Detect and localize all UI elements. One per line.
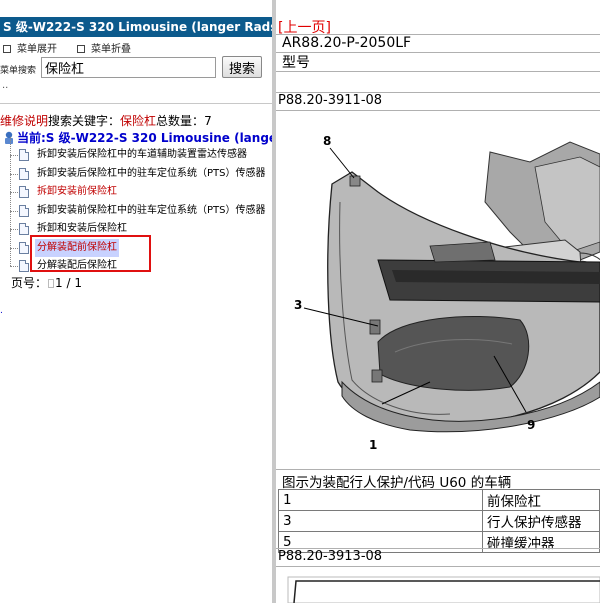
pager-value: 1 / 1 [55,276,82,290]
tree-item-label: 拆卸安装后保险杠中的驻车定位系统（PTS）传感器 [37,167,266,179]
tree-connector [10,210,18,212]
tree-item[interactable]: 拆卸安装后保险杠中的车道辅助装置雷达传感器 [0,137,272,164]
tree-connector [10,229,11,248]
document-icon [19,241,29,254]
collapse-icon [77,45,85,53]
search-button[interactable]: 搜索 [222,56,262,78]
expand-icon [3,45,11,53]
tree-connector [10,137,11,155]
separator [0,103,272,104]
parts-table: 1 前保险杠 3 行人保护传感器 5 碰撞缓冲器 [278,489,600,553]
count-label: 总数量： [156,114,205,128]
tree-root[interactable]: 当前:S 级-W222-S 320 Limousine (langer Rads… [3,129,272,146]
more-dots: .. [2,80,9,91]
callout-number: 8 [323,134,332,148]
document-icon [19,186,29,198]
selection-box [30,235,151,272]
figure1-code: P88.20-3911-08 [278,93,383,108]
part-name: 前保险杠 [482,489,600,511]
tree-connector [10,211,11,229]
parts-row: 1 前保险杠 [278,489,600,511]
tree-connector [10,155,11,174]
model-label: 型号 [282,55,310,71]
search-input[interactable] [41,57,216,78]
document-icon [19,149,29,161]
search-label: 菜单搜索 [0,66,37,76]
figure-caption: 图示为装配行人保护/代码 U60 的车辆 [282,475,512,491]
row-divider [276,71,600,72]
count-value: 7 [204,114,212,128]
callout-number: 1 [369,438,378,452]
bottom-dot: . [0,306,3,316]
row-divider [276,52,600,53]
part-number: 3 [278,510,483,532]
tree-connector [10,248,11,266]
pager-prev-icon[interactable] [48,279,55,288]
tree-item-label: 拆卸安装前保险杠中的驻车定位系统（PTS）传感器 [37,204,266,216]
document-id: AR88.20-P-2050LF [282,35,412,51]
search-summary: 维修说明搜索关键字：保险杠总数量：7 [0,112,212,129]
tree-connector [10,192,18,193]
car-root-icon [5,131,13,144]
keyword-value: 保险杠 [120,114,157,128]
tree-connector [10,266,18,267]
callout-number: 3 [294,298,303,312]
tree-item-label: 拆卸安装后保险杠中的车道辅助装置雷达传感器 [37,149,247,160]
tree-connector [10,155,18,156]
left-pane-title: S 级-W222-S 320 Limousine (langer Radstan… [0,17,272,37]
repair-label: 维修说明 [0,114,49,128]
document-icon [19,167,29,180]
figure2-diagram [287,576,600,603]
tree-connector [10,173,18,175]
part-name: 碰撞缓冲器 [482,531,600,553]
left-pane: S 级-W222-S 320 Limousine (langer Radstan… [0,0,272,603]
bumper-diagram [280,112,600,468]
row-divider [276,110,600,111]
row-divider [276,469,600,470]
tree-item[interactable]: 拆卸安装前保险杠 [0,174,272,201]
parts-row: 3 行人保护传感器 [278,510,600,532]
part-number: 1 [278,489,483,511]
pager: 页号： 1 / 1 [11,274,82,291]
tree-connector [10,192,11,211]
menu-expand-button[interactable]: 菜单展开 [3,40,57,55]
tree-root-label: 当前:S 级-W222-S 320 Limousine (langer Rads… [17,131,272,145]
tree-connector [10,229,18,230]
tree-item[interactable]: 拆卸安装后保险杠中的驻车定位系统（PTS）传感器 [0,155,272,183]
part-name: 行人保护传感器 [482,510,600,532]
pager-label: 页号： [11,276,48,290]
menu-row: 菜单展开 菜单折叠 [0,40,272,55]
keyword-label: 搜索关键字： [48,114,121,128]
document-icon [19,260,29,272]
tree-item[interactable]: 拆卸安装前保险杠中的驻车定位系统（PTS）传感器 [0,192,272,220]
callout-number: 9 [527,418,536,432]
menu-collapse-label: 菜单折叠 [91,44,131,55]
tree-item-label: 拆卸安装前保险杠 [37,186,117,197]
tree-connector [10,247,18,249]
figure2-code: P88.20-3913-08 [278,549,383,564]
document-icon [19,223,29,235]
document-icon [19,204,29,217]
menu-expand-label: 菜单展开 [17,44,57,55]
menu-collapse-button[interactable]: 菜单折叠 [77,40,131,55]
tree-connector [10,174,11,192]
right-pane: [上一页] AR88.20-P-2050LF 型号 P88.20-3911-08 [276,0,600,603]
